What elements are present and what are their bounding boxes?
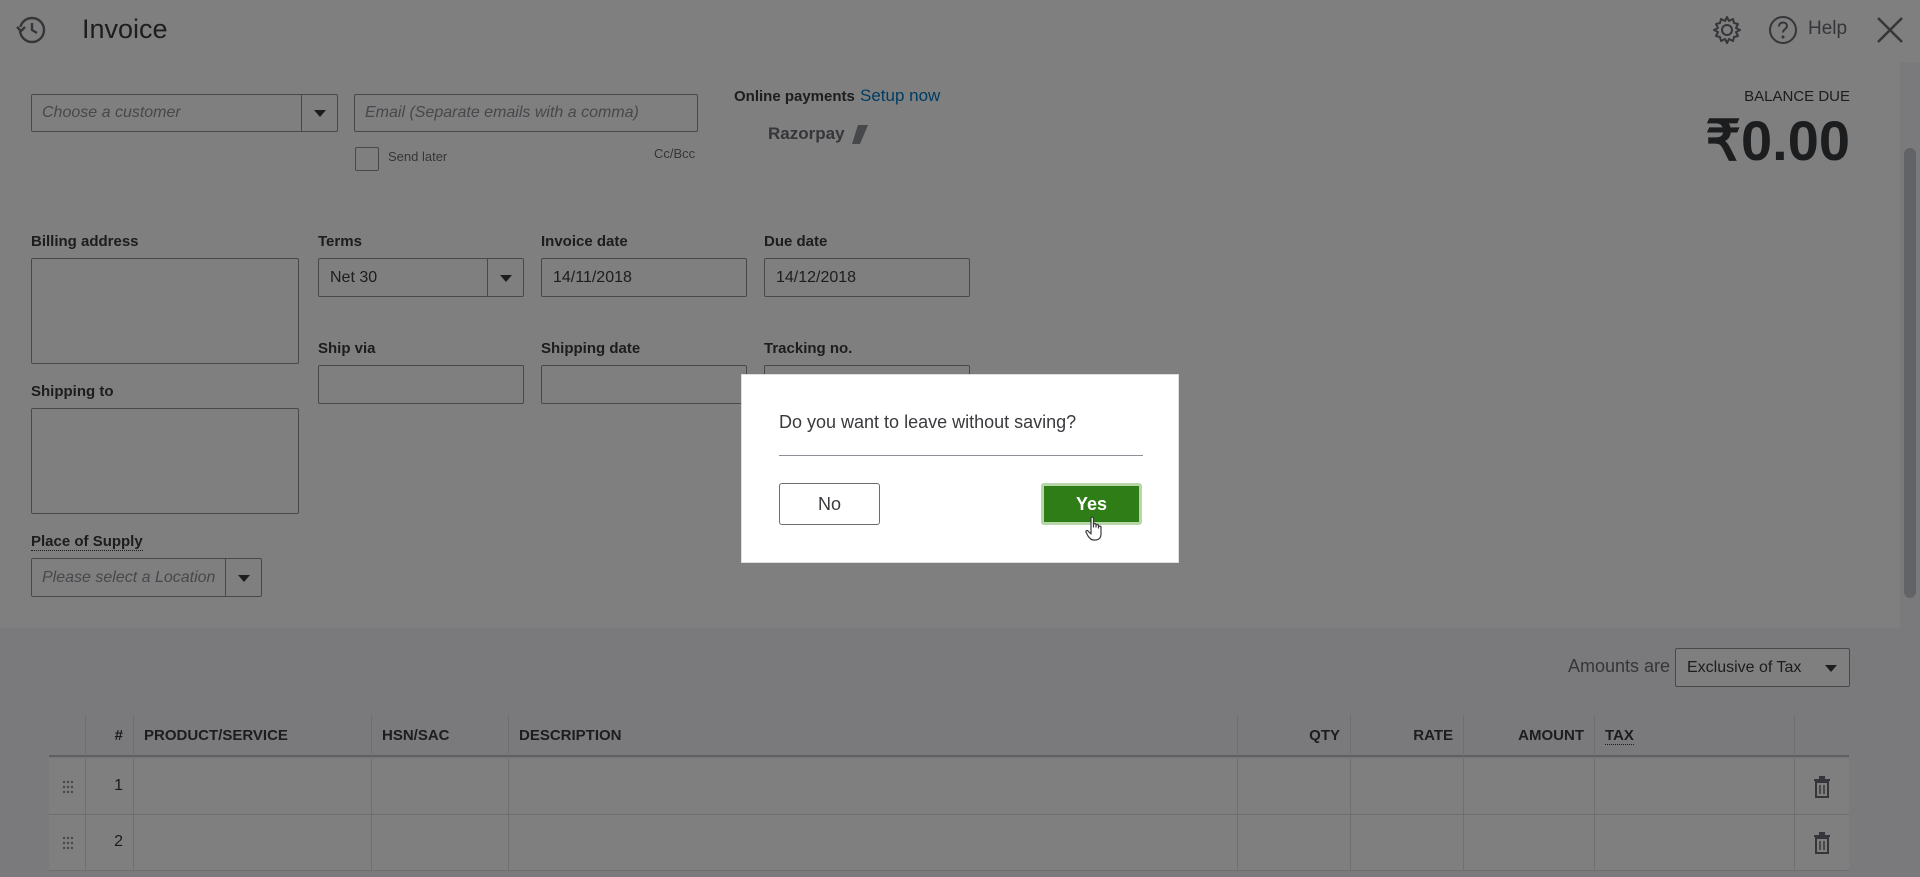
leave-confirmation-dialog: Do you want to leave without saving? No …	[741, 374, 1179, 563]
no-button[interactable]: No	[779, 483, 880, 525]
dialog-message: Do you want to leave without saving?	[779, 412, 1077, 432]
dialog-divider	[779, 455, 1143, 456]
pointer-cursor-icon	[1085, 516, 1102, 541]
